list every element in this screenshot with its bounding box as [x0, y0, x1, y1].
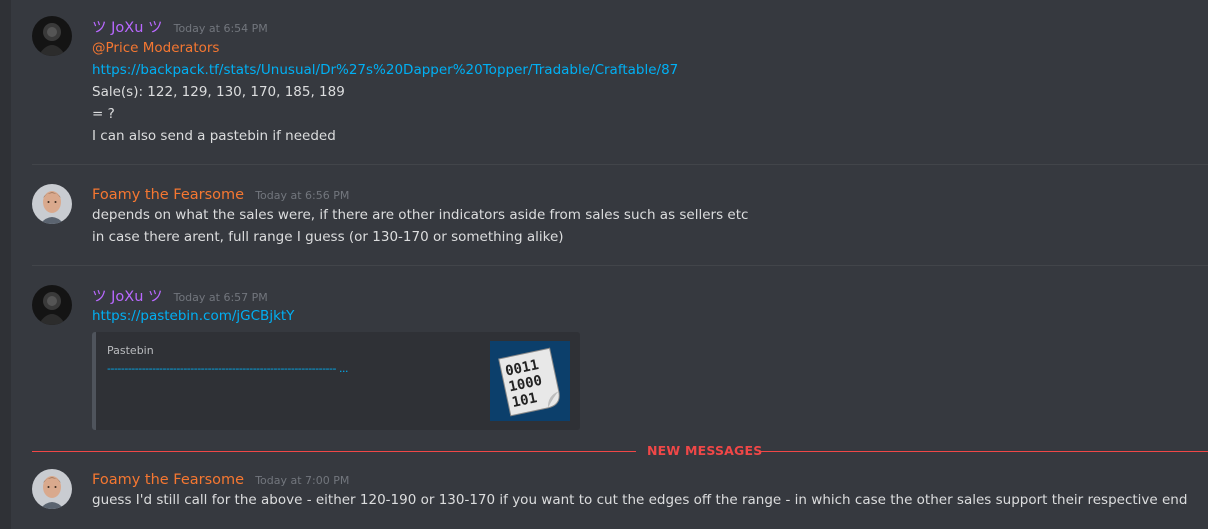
- message-text: = ?: [92, 106, 115, 122]
- author-name[interactable]: Foamy the Fearsome: [92, 472, 244, 488]
- message-text: Sale(s): 122, 129, 130, 170, 185, 189: [92, 84, 345, 100]
- timestamp: Today at 7:00 PM: [255, 474, 350, 487]
- message-text: depends on what the sales were, if there…: [92, 207, 749, 223]
- message-group: ツ JoXu ツ Today at 6:54 PM @Price Moderat…: [32, 14, 1208, 154]
- dark-silhouette-avatar-icon: [32, 285, 72, 325]
- message-divider: [32, 265, 1208, 266]
- new-messages-label: NEW MESSAGES: [647, 443, 763, 458]
- message-link[interactable]: https://backpack.tf/stats/Unusual/Dr%27s…: [92, 59, 678, 81]
- author-name[interactable]: ツ JoXu ツ: [92, 20, 163, 36]
- message-group: ツ JoXu ツ Today at 6:57 PM https://pasteb…: [32, 283, 1208, 325]
- author-name[interactable]: ツ JoXu ツ: [92, 289, 163, 305]
- avatar[interactable]: [32, 16, 72, 56]
- chat-window: ツ JoXu ツ Today at 6:54 PM @Price Moderat…: [0, 0, 1208, 529]
- message-link[interactable]: https://pastebin.com/jGCBjktY: [92, 305, 294, 327]
- timestamp: Today at 6:56 PM: [255, 189, 350, 202]
- new-messages-line: [32, 451, 636, 452]
- timestamp: Today at 6:57 PM: [173, 291, 268, 304]
- binary-paper-icon: 0011 1000 101: [490, 341, 570, 421]
- message-text: in case there arent, full range I guess …: [92, 229, 564, 245]
- dark-silhouette-avatar-icon: [32, 16, 72, 56]
- new-messages-line: [760, 451, 1208, 452]
- avatar[interactable]: [32, 184, 72, 224]
- link-embed[interactable]: Pastebin -------------------------------…: [92, 332, 580, 430]
- embed-title-link[interactable]: ----------------------------------------…: [107, 362, 477, 375]
- avatar[interactable]: [32, 469, 72, 509]
- message-group: Foamy the Fearsome Today at 6:56 PM depe…: [32, 182, 1208, 252]
- message-divider: [32, 164, 1208, 165]
- message-group: Foamy the Fearsome Today at 7:00 PM gues…: [32, 467, 1208, 517]
- avatar[interactable]: [32, 285, 72, 325]
- embed-thumbnail[interactable]: 0011 1000 101: [490, 341, 570, 421]
- left-gutter: [0, 0, 11, 529]
- man-portrait-avatar-icon: [32, 184, 72, 224]
- man-portrait-avatar-icon: [32, 469, 72, 509]
- author-name[interactable]: Foamy the Fearsome: [92, 187, 244, 203]
- role-mention[interactable]: @Price Moderators: [92, 37, 219, 59]
- timestamp: Today at 6:54 PM: [173, 22, 268, 35]
- message-text: I can also send a pastebin if needed: [92, 128, 336, 144]
- embed-provider: Pastebin: [107, 344, 154, 357]
- message-text: guess I'd still call for the above - eit…: [92, 492, 1188, 508]
